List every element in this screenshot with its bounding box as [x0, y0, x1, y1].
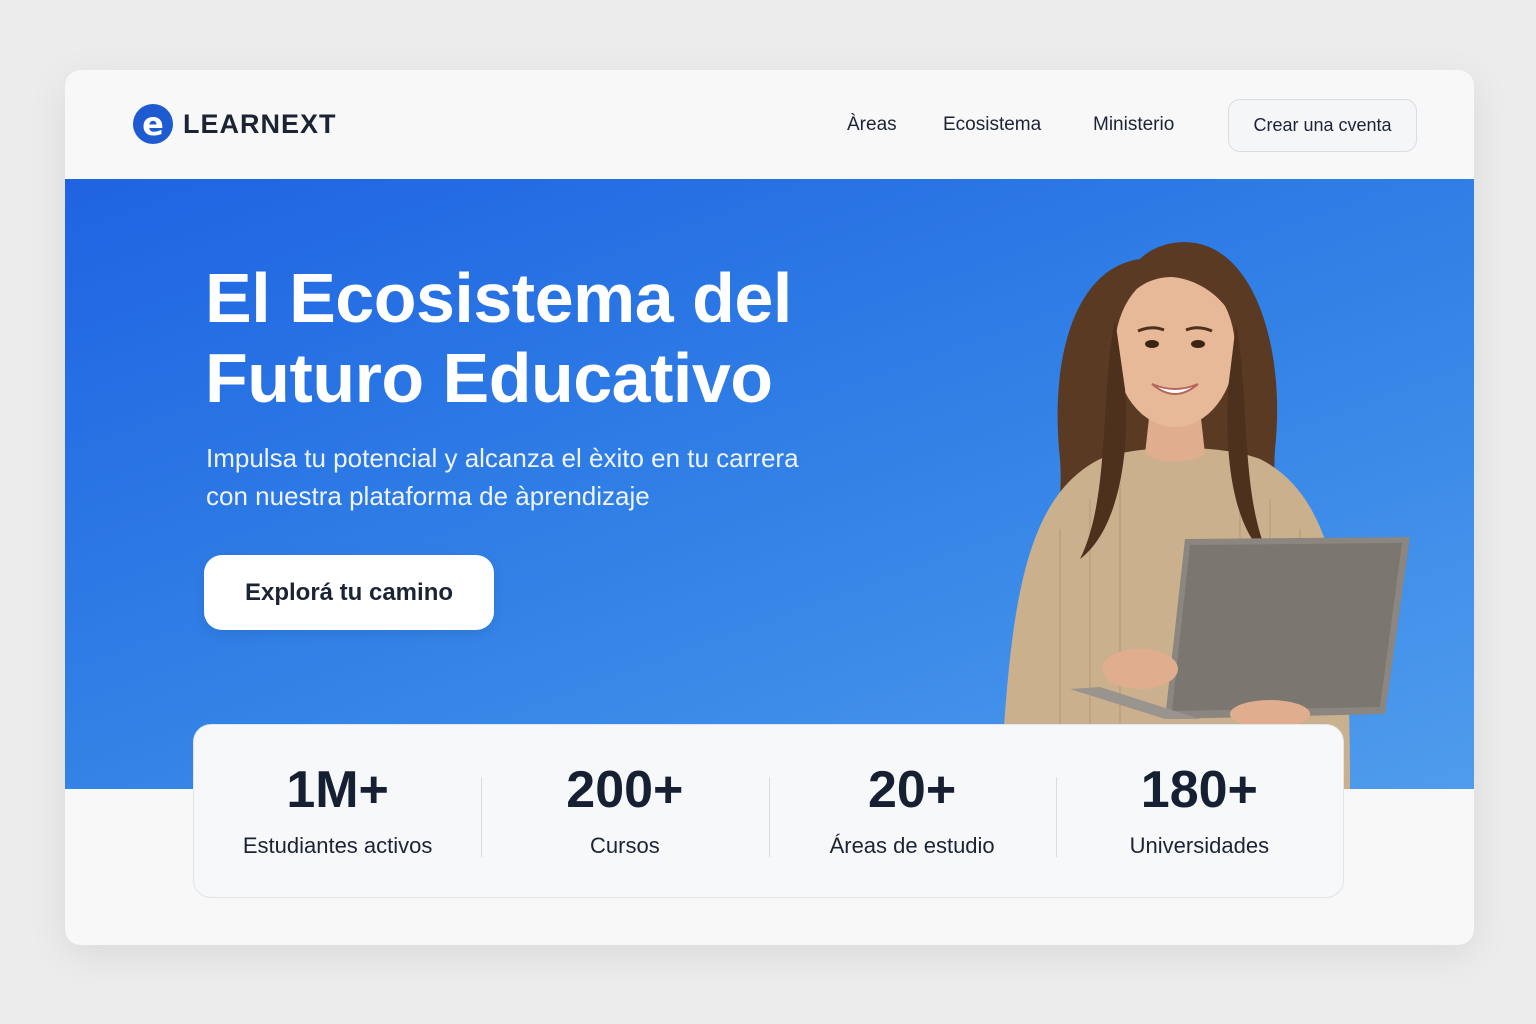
logo-icon: e [133, 104, 173, 144]
nav-link-ecosistema[interactable]: Ecosistema [943, 114, 1041, 136]
hero-subtitle-line2: con nuestra plataforma de àprendizaje [206, 481, 650, 511]
stat-value: 200+ [566, 761, 684, 819]
stat-areas: 20+ Áreas de estudio [768, 725, 1056, 897]
header: e LEARNEXT Àreas Ecosistema Ministerio C… [65, 70, 1474, 179]
landing-card: e LEARNEXT Àreas Ecosistema Ministerio C… [65, 70, 1474, 945]
nav-link-areas[interactable]: Àreas [847, 114, 897, 136]
brand-name: LEARNEXT [183, 108, 337, 139]
stat-value: 1M+ [286, 761, 389, 819]
stats-panel: 1M+ Estudiantes activos 200+ Cursos 20+ … [193, 724, 1344, 898]
stat-label: Universidades [1129, 833, 1270, 858]
nav-link-ministerio[interactable]: Ministerio [1093, 114, 1174, 136]
stat-label: Estudiantes activos [242, 833, 433, 858]
stat-value: 20+ [868, 761, 957, 819]
hero-title-line2: Futuro Educativo [205, 339, 773, 417]
hero-subtitle-line1: Impulsa tu potencial y alcanza el èxito … [206, 443, 799, 473]
logo[interactable]: e LEARNEXT [133, 104, 337, 144]
stat-label: Cursos [590, 833, 660, 858]
stat-students: 1M+ Estudiantes activos [194, 725, 481, 897]
hero-section: El Ecosistema del Futuro Educativo Impul… [65, 179, 1474, 789]
create-account-button[interactable]: Crear una cventa [1228, 99, 1417, 152]
stat-courses: 200+ Cursos [481, 725, 768, 897]
stat-universities: 180+ Universidades [1055, 725, 1343, 897]
hero-title-line1: El Ecosistema del [205, 259, 792, 337]
stat-label: Áreas de estudio [829, 833, 995, 858]
explore-path-button[interactable]: Explorá tu camino [204, 555, 494, 630]
stat-value: 180+ [1140, 761, 1258, 819]
hero-subtitle: Impulsa tu potencial y alcanza el èxito … [206, 439, 866, 515]
hero-title: El Ecosistema del Futuro Educativo [205, 258, 905, 418]
woman-with-laptop-image [1000, 242, 1410, 789]
